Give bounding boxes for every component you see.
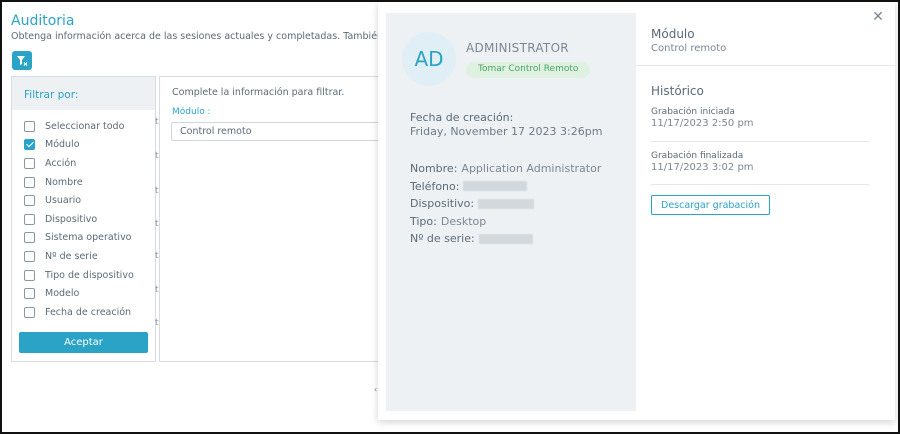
created-value: Friday, November 17 2023 3:26pm: [410, 125, 603, 138]
filter-option-select-all[interactable]: Seleccionar todo: [12, 117, 155, 136]
checkbox[interactable]: [24, 176, 35, 188]
filter-option-dispositivo[interactable]: Dispositivo: [12, 210, 155, 229]
history-entry-date: 11/17/2023 3:02 pm: [651, 162, 754, 173]
avatar: AD: [402, 32, 456, 86]
info-label: Nº de serie:: [410, 232, 475, 246]
filter-icon: [17, 55, 28, 66]
redacted-value: [478, 233, 533, 244]
info-label: Teléfono:: [410, 179, 460, 193]
checkbox-checked[interactable]: [24, 139, 35, 151]
history-entry: Grabación iniciada 11/17/2023 2:50 pm: [651, 107, 754, 129]
filter-form-hint: Complete la información para filtrar.: [172, 87, 345, 98]
filter-option-label: Usuario: [45, 195, 82, 207]
divider: [651, 184, 869, 185]
close-icon[interactable]: ✕: [871, 10, 885, 24]
history-entry: Grabación finalizada 11/17/2023 3:02 pm: [651, 151, 754, 173]
history-entry-label: Grabación iniciada: [651, 107, 735, 117]
clipped-text: t: [155, 285, 159, 295]
filter-option-nombre[interactable]: Nombre: [12, 173, 155, 192]
info-row-numero-serie: Nº de serie:: [410, 230, 601, 248]
filter-option-label: Sistema operativo: [45, 232, 132, 244]
clipped-text: t: [155, 117, 159, 127]
filter-option-sistema-operativo[interactable]: Sistema operativo: [12, 229, 155, 248]
clipped-text: t: [155, 318, 159, 328]
filter-option-usuario[interactable]: Usuario: [12, 191, 155, 210]
filter-option-label: Módulo: [45, 139, 80, 151]
user-info-list: Nombre: Application Administrator Teléfo…: [410, 160, 601, 248]
clipped-text: t: [155, 151, 159, 161]
filter-header: Filtrar por:: [12, 77, 155, 110]
divider: [635, 65, 895, 66]
accept-button[interactable]: Aceptar: [19, 332, 148, 353]
session-detail-modal: AD ADMINISTRATOR Tomar Control Remoto Fe…: [378, 2, 895, 420]
filter-option-modelo[interactable]: Modelo: [12, 284, 155, 303]
filter-option-label: Nombre: [45, 176, 83, 188]
info-value: Application Administrator: [461, 162, 602, 176]
user-info-card: AD ADMINISTRATOR Tomar Control Remoto Fe…: [386, 13, 636, 411]
history-entry-label: Grabación finalizada: [651, 151, 744, 161]
filter-panel: Filtrar por: Seleccionar todo Módulo Acc…: [11, 76, 156, 362]
history-title: Histórico: [651, 84, 704, 98]
filter-option-accion[interactable]: Acción: [12, 154, 155, 173]
module-value: Control remoto: [651, 43, 727, 54]
info-row-telefono: Teléfono:: [410, 178, 601, 196]
checkbox[interactable]: [24, 120, 35, 132]
filter-toggle-button[interactable]: [12, 51, 32, 70]
download-recording-button[interactable]: Descargar grabación: [651, 195, 770, 215]
filter-option-label: Nº de serie: [45, 250, 98, 262]
info-row-tipo: Tipo: Desktop: [410, 213, 601, 231]
page-subtitle: Obtenga información acerca de las sesion…: [11, 31, 425, 42]
checkbox[interactable]: [24, 213, 35, 225]
user-name: ADMINISTRATOR: [466, 41, 569, 55]
action-tag: Tomar Control Remoto: [466, 62, 591, 78]
filter-option-modulo[interactable]: Módulo: [12, 136, 155, 155]
filter-options-list: Seleccionar todo Módulo Acción Nombre Us…: [12, 110, 155, 322]
chevron-left-icon[interactable]: ‹: [374, 385, 377, 394]
history-entry-date: 11/17/2023 2:50 pm: [651, 118, 754, 129]
checkbox[interactable]: [24, 232, 35, 244]
filter-option-label: Acción: [45, 157, 77, 169]
filter-option-numero-serie[interactable]: Nº de serie: [12, 247, 155, 266]
checkbox[interactable]: [24, 288, 35, 300]
checkbox[interactable]: [24, 195, 35, 207]
info-row-dispositivo: Dispositivo:: [410, 195, 601, 213]
info-label: Nombre:: [410, 162, 458, 176]
clipped-text: t: [155, 251, 159, 261]
filter-option-tipo-dispositivo[interactable]: Tipo de dispositivo: [12, 266, 155, 285]
checkbox[interactable]: [24, 269, 35, 281]
filter-option-label: Seleccionar todo: [45, 120, 125, 132]
page-title: Auditoria: [11, 13, 75, 29]
checkbox[interactable]: [24, 306, 35, 318]
filter-option-label: Tipo de dispositivo: [45, 269, 134, 281]
clipped-text: t: [155, 186, 159, 196]
created-label: Fecha de creación:: [410, 111, 514, 124]
filter-option-label: Modelo: [45, 288, 80, 300]
info-label: Dispositivo:: [410, 197, 475, 211]
module-field-label: Módulo :: [172, 107, 211, 117]
clipped-text: t: [155, 219, 159, 229]
checkbox[interactable]: [24, 250, 35, 262]
info-label: Tipo:: [410, 214, 437, 228]
filter-option-fecha-creacion[interactable]: Fecha de creación: [12, 303, 155, 322]
module-label: Módulo: [651, 27, 695, 41]
redacted-value: [478, 198, 535, 209]
filter-form-panel: Complete la información para filtrar. Mó…: [159, 76, 409, 362]
module-field-input[interactable]: Control remoto: [171, 122, 401, 141]
info-value: Desktop: [440, 214, 487, 228]
divider: [651, 141, 869, 142]
info-row-nombre: Nombre: Application Administrator: [410, 160, 601, 178]
redacted-value: [463, 181, 528, 192]
filter-option-label: Dispositivo: [45, 213, 98, 225]
filter-option-label: Fecha de creación: [45, 306, 132, 318]
checkbox[interactable]: [24, 157, 35, 169]
